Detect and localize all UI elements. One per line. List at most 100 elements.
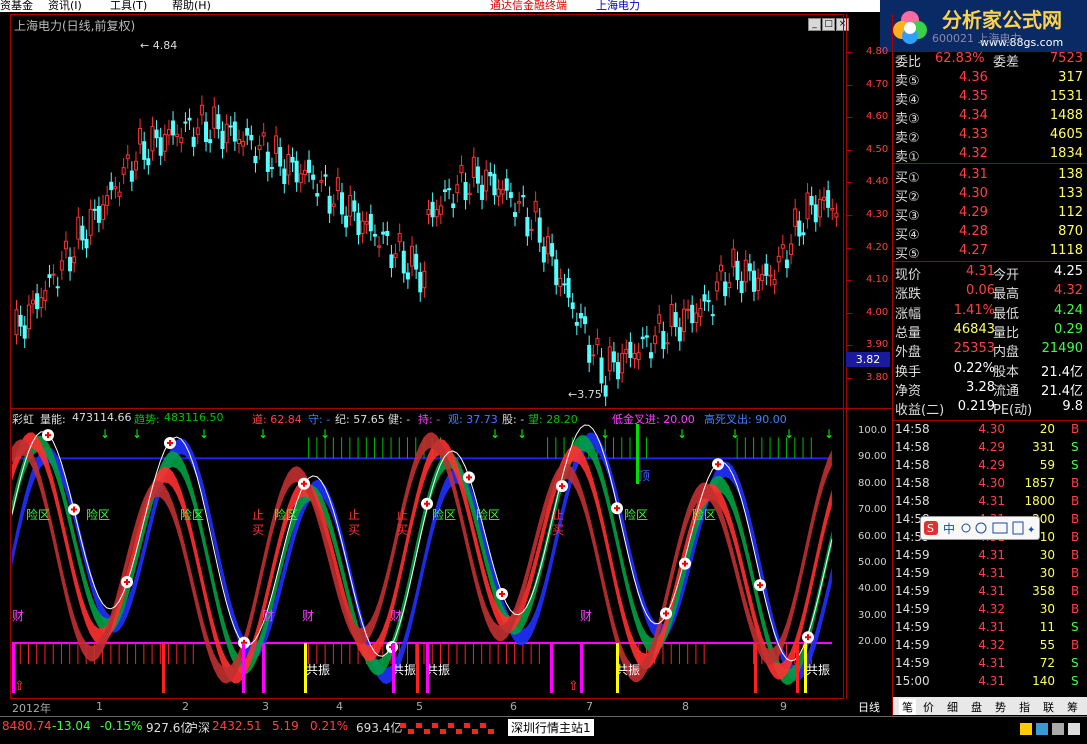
stat-label: 流通 xyxy=(993,383,1020,399)
tab-5[interactable]: 指 xyxy=(1019,699,1030,715)
candle xyxy=(195,117,200,145)
trade-side: S xyxy=(1071,656,1079,670)
candle xyxy=(319,170,324,193)
candle xyxy=(764,254,769,286)
tab-0[interactable]: 笔 xyxy=(899,699,916,715)
strength-block xyxy=(456,729,462,734)
candle xyxy=(315,183,320,206)
tab-4[interactable]: 势 xyxy=(995,699,1006,715)
signal-bar xyxy=(162,643,165,693)
low-price-label: ←3.75 xyxy=(568,388,602,401)
candle xyxy=(616,352,621,389)
candle xyxy=(302,160,307,185)
date-axis: 2012年 1 2 3 4 5 6 7 8 9 xyxy=(10,699,844,715)
candle xyxy=(480,175,485,210)
menu-item-news[interactable]: 资讯(I) xyxy=(48,0,82,12)
danger-zone-label: 险区 xyxy=(274,507,298,522)
candle xyxy=(80,216,85,250)
menu-item-tools[interactable]: 工具(T) xyxy=(110,0,147,12)
buy-signal-icon xyxy=(496,587,508,600)
rainbow-ribbon xyxy=(12,435,832,686)
trade-time: 14:59 xyxy=(895,602,930,616)
candle xyxy=(307,150,312,183)
stat-value: 46843 xyxy=(953,321,995,337)
ask-label: 卖② xyxy=(895,131,920,146)
ask-volume: 4605 xyxy=(1049,127,1083,142)
axis-tick xyxy=(846,84,852,86)
rainbow-indicator-chart[interactable]: ↓ ↓ ↓ ↓ ↓ ↓ ↓ ↓ ↓ ↓ ↓ ↓险区 险区 险区 险区 险区 险区 险区 险区止买止买止买止买财财财财… xyxy=(12,424,844,698)
stat-row: 涨幅 1.41% 最低 4.24 xyxy=(895,302,1085,322)
tab-3[interactable]: 盘 xyxy=(971,699,982,715)
order-ratio-row: 委比 62.83% 委差 7523 xyxy=(895,50,1085,70)
ask-volume: 1834 xyxy=(1049,146,1083,161)
stat-label: 总量 xyxy=(895,325,922,341)
axis-tick xyxy=(846,378,852,379)
order-ratio-value: 62.83% xyxy=(935,51,985,66)
candle xyxy=(607,337,612,381)
candle xyxy=(72,246,77,273)
trade-time: 14:59 xyxy=(895,548,930,562)
candle xyxy=(187,108,192,130)
candle xyxy=(434,199,439,227)
period-label[interactable]: 日线 xyxy=(846,699,892,714)
candle xyxy=(35,283,40,319)
candle xyxy=(830,198,835,221)
svg-text:中: 中 xyxy=(943,521,955,536)
ime-toolbar[interactable]: S 中 ✦ xyxy=(920,516,1040,540)
candle xyxy=(125,144,130,169)
candle xyxy=(389,244,394,278)
price-axis-label: 3.90 xyxy=(866,339,889,351)
menu-item-fund[interactable]: 资基金 xyxy=(0,0,33,12)
trade-row: 14:58 4.31 1800 B xyxy=(895,493,1085,511)
resonance-label: 共振 xyxy=(306,663,330,677)
candle xyxy=(92,199,97,220)
trade-side: S xyxy=(1071,458,1079,472)
indicator-axis-label: 50.00 xyxy=(858,557,887,568)
ask-level: 卖④ 4.35 1531 xyxy=(895,88,1085,108)
wealth-label: 财 xyxy=(390,609,402,623)
candle xyxy=(47,264,52,288)
bid-price: 4.27 xyxy=(959,243,988,258)
buy-label: 买 xyxy=(396,523,408,537)
bid-price: 4.31 xyxy=(959,167,988,182)
stat-row: 净资 3.28 流通 21.4亿 xyxy=(895,379,1085,399)
candle xyxy=(805,183,810,229)
tab-1[interactable]: 价 xyxy=(923,699,934,715)
trade-volume: 11 xyxy=(1039,620,1055,634)
signal-bar xyxy=(392,643,395,693)
indicator-axis-label: 100.0 xyxy=(858,425,887,436)
down-arrow-icon: ↓ xyxy=(600,427,610,441)
candle xyxy=(653,325,658,354)
candle xyxy=(789,233,794,265)
candle xyxy=(632,343,637,369)
candle xyxy=(59,250,64,280)
bid-volume: 138 xyxy=(1058,167,1083,182)
qushi-value: 483116.50 xyxy=(164,411,224,424)
status-bar: 8480.74 -13.04 -0.15% 927.6亿 沪深 2432.51 … xyxy=(0,716,1087,744)
date-tick: 6 xyxy=(510,700,517,713)
candle xyxy=(731,239,736,277)
up-arrow-icon: ⇧ xyxy=(568,679,579,694)
trade-side: B xyxy=(1071,566,1080,580)
tab-2[interactable]: 细 xyxy=(947,699,958,715)
candle xyxy=(624,339,629,364)
ask-price: 4.34 xyxy=(959,108,988,123)
tab-7[interactable]: 筹 xyxy=(1067,699,1078,715)
trade-row: 14:58 4.29 59 S xyxy=(895,457,1085,475)
candle xyxy=(422,261,427,298)
ask-price: 4.33 xyxy=(959,127,988,142)
candle xyxy=(591,344,596,366)
candle xyxy=(133,151,138,180)
stat-value: 4.24 xyxy=(1054,302,1083,318)
candle xyxy=(84,229,89,258)
candle xyxy=(101,194,106,230)
date-tick: 8 xyxy=(682,700,689,713)
server-status[interactable]: 深圳行情主站1 xyxy=(508,719,594,736)
tab-6[interactable]: 联 xyxy=(1043,699,1054,715)
price-axis-label: 4.80 xyxy=(866,46,889,57)
candlestick-chart[interactable]: ← 4.84 ←3.75 xyxy=(12,30,844,408)
ask-level: 卖⑤ 4.36 317 xyxy=(895,69,1085,89)
menu-item-help[interactable]: 帮助(H) xyxy=(172,0,211,12)
trade-volume: 59 xyxy=(1039,458,1055,472)
stat-label: 股本 xyxy=(993,364,1020,380)
